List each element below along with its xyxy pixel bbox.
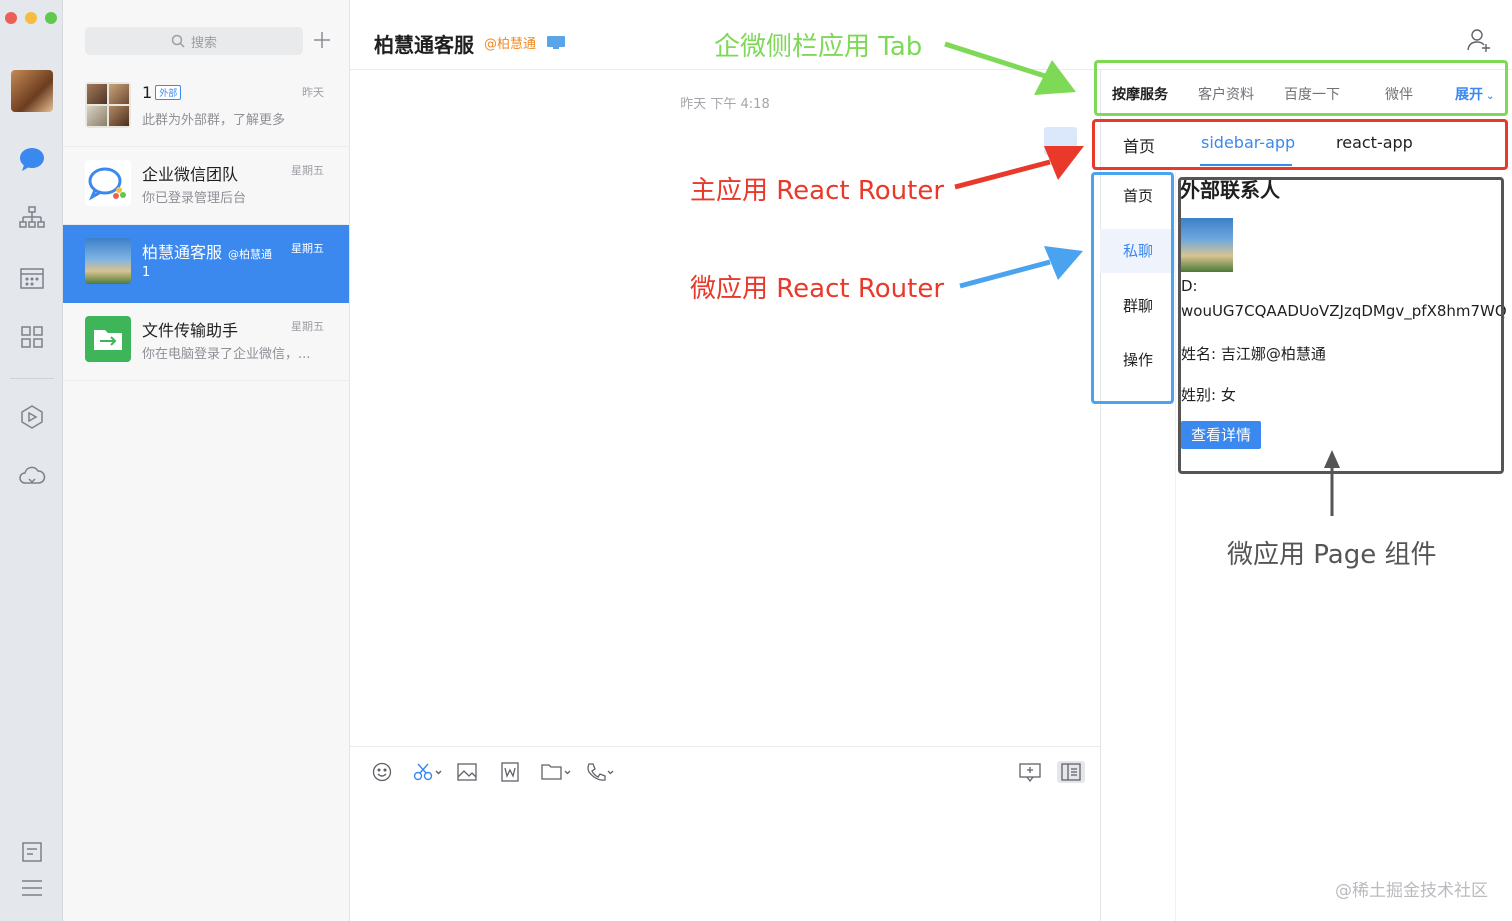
green-arrow <box>944 41 1076 95</box>
gray-arrow <box>1324 450 1340 516</box>
red-arrow <box>954 146 1084 190</box>
annotation-arrows <box>944 41 1340 516</box>
blue-arrow <box>959 246 1083 289</box>
watermark: @稀土掘金技术社区 <box>1335 881 1488 901</box>
